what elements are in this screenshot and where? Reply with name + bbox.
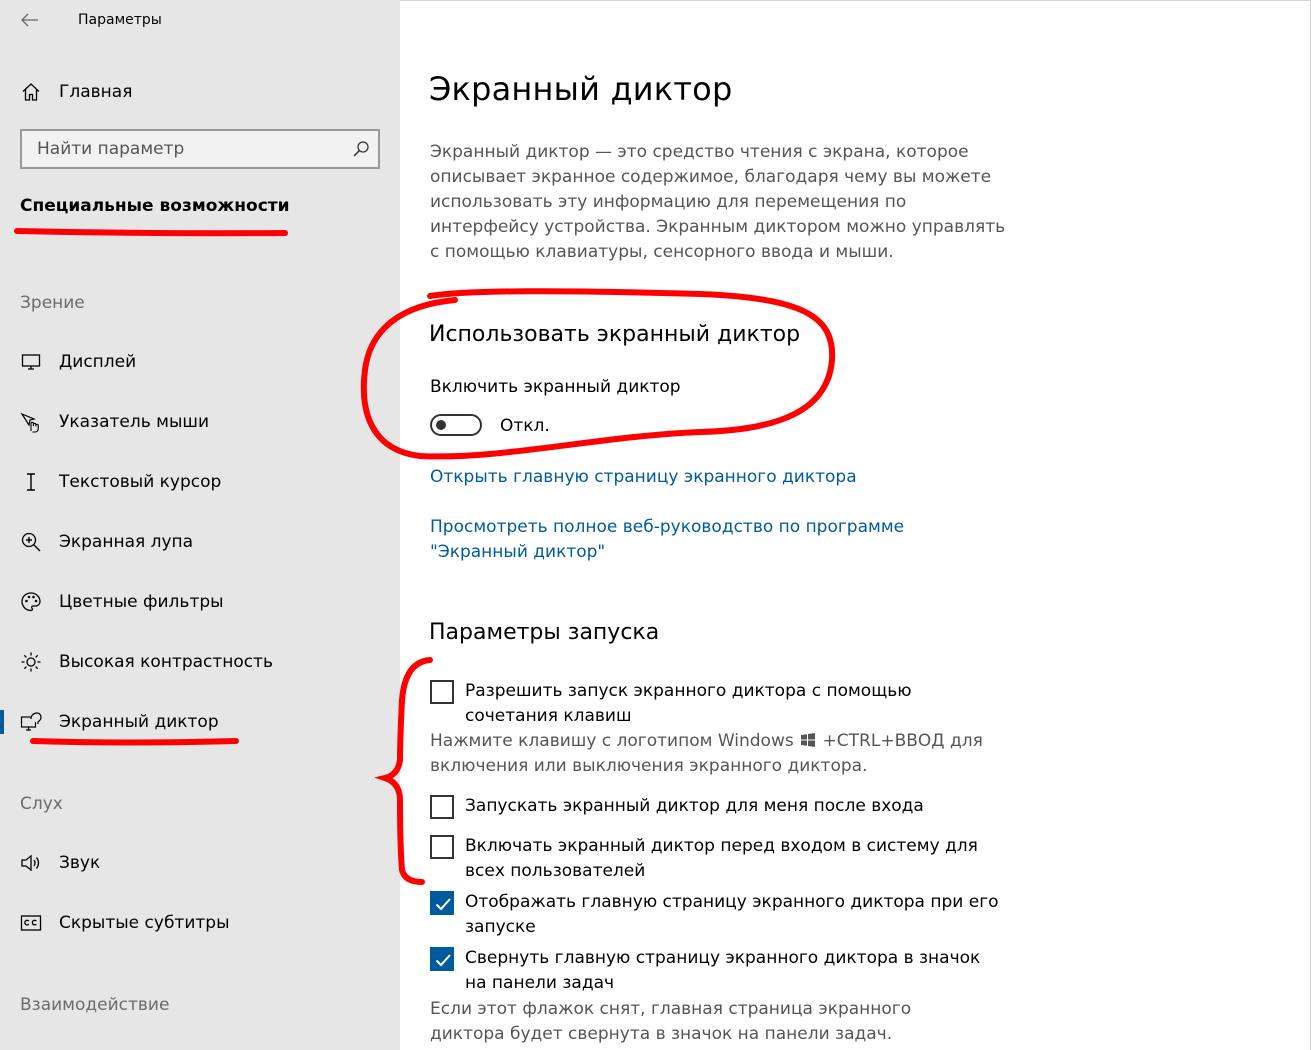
checkbox-label: Свернуть главную страницу экранного дикт… xyxy=(465,948,981,993)
sidebar: Параметры Главная Специальные возможност… xyxy=(0,0,400,1050)
sidebar-item-closed-captions[interactable]: Скрытые субтитры xyxy=(0,901,400,945)
sidebar-item-label: Текстовый курсор xyxy=(59,472,222,492)
mouse-pointer-icon xyxy=(20,411,42,433)
sidebar-item-mouse-pointer[interactable]: Указатель мыши xyxy=(0,400,400,444)
sidebar-item-label: Дисплей xyxy=(59,352,137,372)
sidebar-item-sound[interactable]: Звук xyxy=(0,841,400,885)
back-arrow-icon xyxy=(21,13,38,27)
sidebar-item-label: Экранная лупа xyxy=(59,532,194,552)
checkbox-label: Отображать главную страницу экранного ди… xyxy=(465,892,999,937)
page-description: Экранный диктор — это средство чтения с … xyxy=(430,142,1006,262)
search-input[interactable] xyxy=(22,131,357,167)
search-box[interactable] xyxy=(20,129,380,169)
sidebar-item-magnifier[interactable]: Экранная лупа xyxy=(0,520,400,564)
group-label-hearing: Слух xyxy=(20,794,63,814)
narrator-icon xyxy=(20,711,42,733)
sidebar-item-label: Скрытые субтитры xyxy=(59,913,230,933)
checkbox[interactable] xyxy=(430,680,454,704)
shortcut-hint-before: Нажмите клавишу с логотипом Windows xyxy=(430,731,794,751)
checkbox[interactable] xyxy=(430,947,454,971)
minimize-hint: Если этот флажок снят, главная страница … xyxy=(430,999,912,1044)
nav-home-label: Главная xyxy=(59,82,133,102)
windows-logo-icon xyxy=(801,733,816,747)
narrator-toggle[interactable] xyxy=(430,414,482,436)
sidebar-item-label: Цветные фильтры xyxy=(59,592,224,612)
sidebar-item-color-filters[interactable]: Цветные фильтры xyxy=(0,580,400,624)
sidebar-item-label: Звук xyxy=(59,853,101,873)
open-narrator-home-link[interactable]: Открыть главную страницу экранного дикто… xyxy=(430,465,857,490)
selected-indicator xyxy=(0,710,4,734)
web-guide-link[interactable]: Просмотреть полное веб-руководство по пр… xyxy=(430,515,910,565)
search-icon[interactable] xyxy=(352,140,370,158)
sidebar-item-high-contrast[interactable]: Высокая контрастность xyxy=(0,640,400,684)
title-bar: Параметры xyxy=(0,0,400,40)
back-button[interactable] xyxy=(18,8,42,32)
speaker-icon xyxy=(20,852,42,874)
color-palette-icon xyxy=(20,591,42,613)
toggle-state-label: Откл. xyxy=(500,416,550,436)
display-icon xyxy=(20,351,42,373)
checkbox[interactable] xyxy=(430,835,454,859)
closed-captions-icon xyxy=(20,912,42,934)
checkmark-icon xyxy=(435,898,451,911)
main-content: Экранный диктор Экранный диктор — это ср… xyxy=(400,0,1311,1050)
toggle-caption: Включить экранный диктор xyxy=(430,377,681,397)
sidebar-item-label: Экранный диктор xyxy=(59,712,219,732)
sidebar-item-narrator[interactable]: Экранный диктор xyxy=(0,700,400,744)
nav-home[interactable]: Главная xyxy=(0,72,400,112)
sidebar-item-label: Высокая контрастность xyxy=(59,652,274,672)
page-title: Экранный диктор xyxy=(429,70,733,108)
use-narrator-heading: Использовать экранный диктор xyxy=(429,322,801,347)
home-icon xyxy=(20,81,42,103)
checkbox-label: Разрешить запуск экранного диктора с пом… xyxy=(465,681,912,726)
magnifier-icon xyxy=(20,531,42,553)
toggle-knob xyxy=(436,420,446,430)
group-label-interaction: Взаимодействие xyxy=(20,995,170,1015)
checkbox[interactable] xyxy=(430,891,454,915)
section-title: Специальные возможности xyxy=(20,196,290,216)
text-cursor-icon xyxy=(20,471,42,493)
checkmark-icon xyxy=(435,954,451,967)
checkbox-label: Включать экранный диктор перед входом в … xyxy=(465,836,978,881)
window-title: Параметры xyxy=(78,12,162,28)
startup-heading: Параметры запуска xyxy=(429,620,660,645)
checkbox[interactable] xyxy=(430,795,454,819)
checkbox-label: Запускать экранный диктор для меня после… xyxy=(465,796,924,816)
sidebar-item-label: Указатель мыши xyxy=(59,412,210,432)
sidebar-item-text-cursor[interactable]: Текстовый курсор xyxy=(0,460,400,504)
group-label-vision: Зрение xyxy=(20,293,85,313)
shortcut-hint: Нажмите клавишу с логотипом Windows +CTR… xyxy=(430,729,990,779)
sun-icon xyxy=(20,651,42,673)
sidebar-item-display[interactable]: Дисплей xyxy=(0,340,400,384)
